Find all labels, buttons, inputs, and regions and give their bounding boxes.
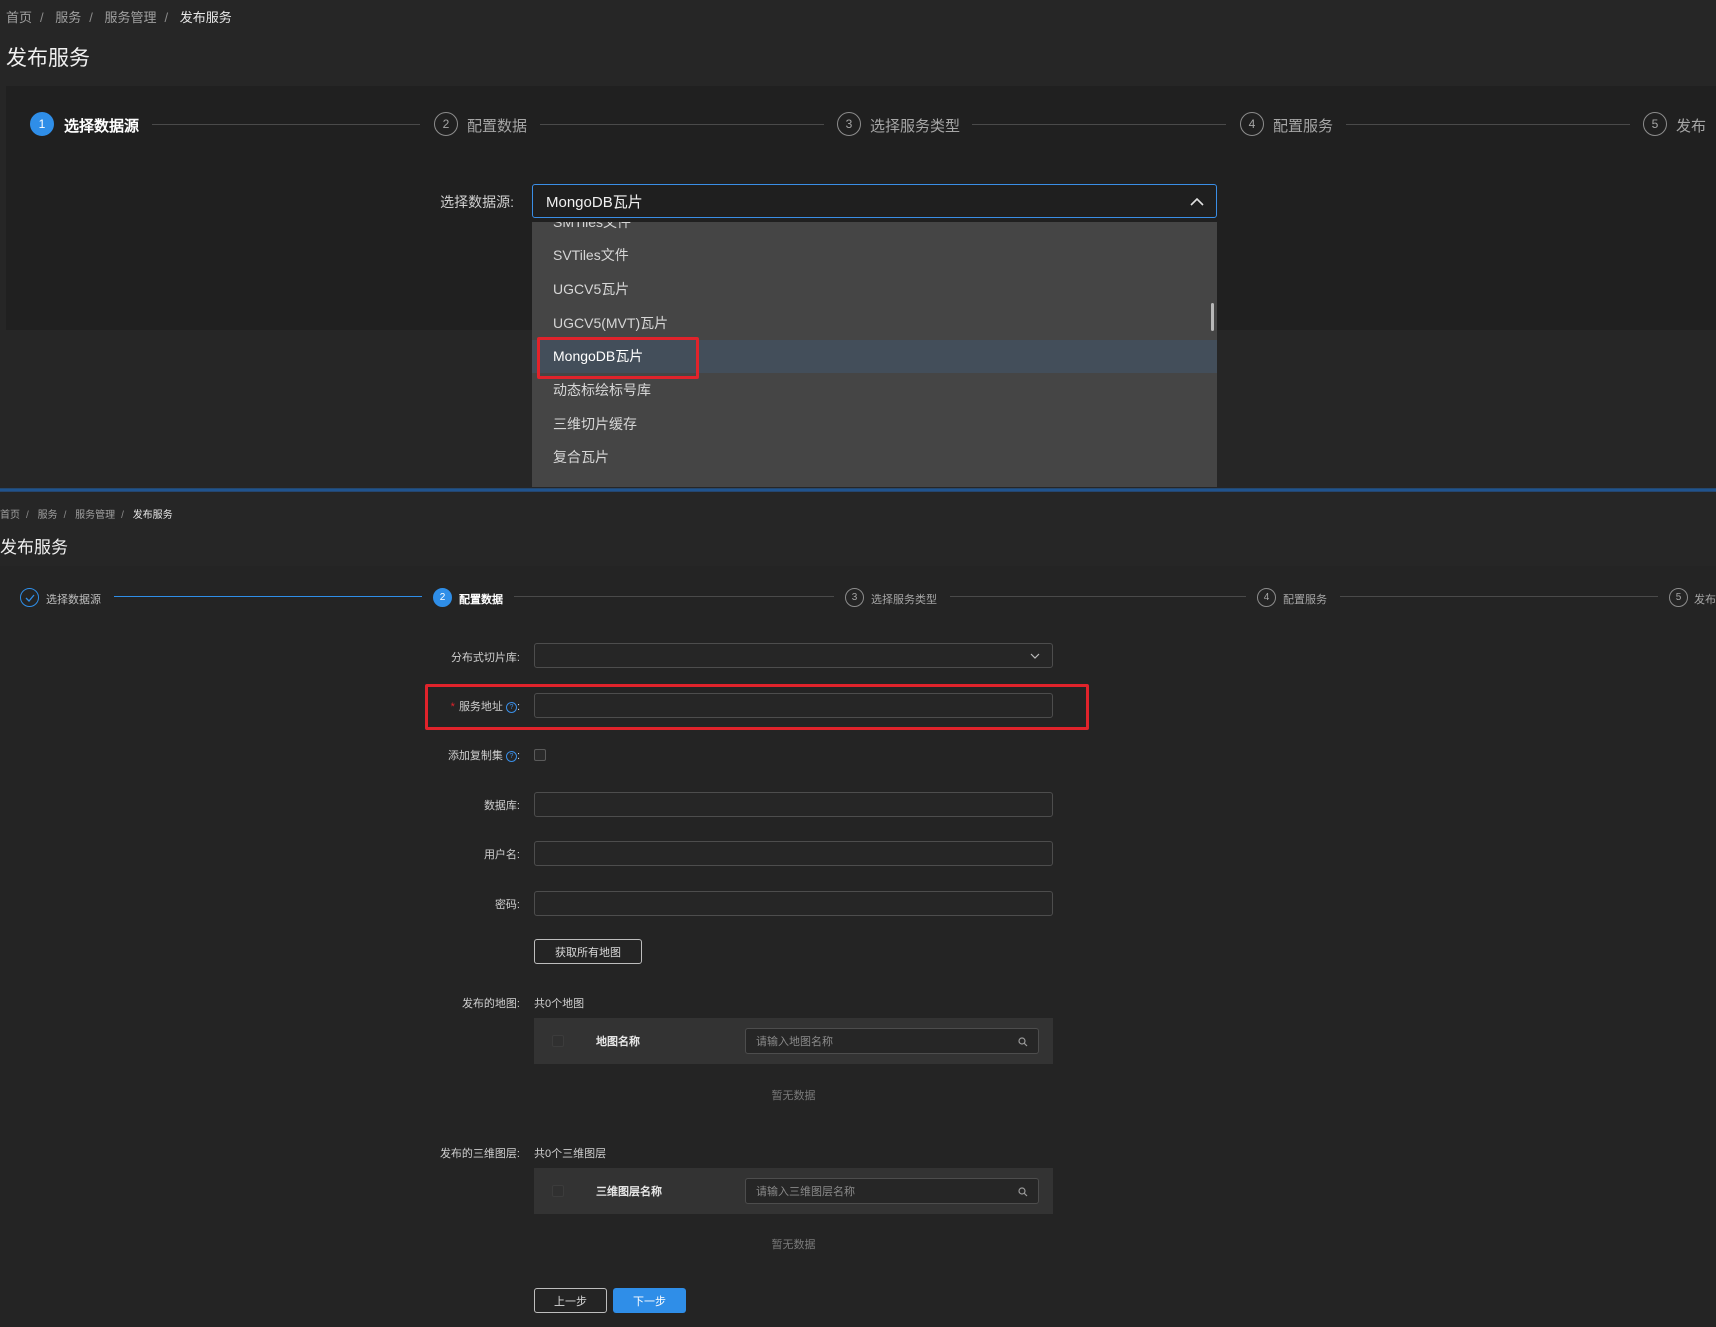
breadcrumb-current: 发布服务 bbox=[179, 10, 232, 25]
source-select-value: MongoDB瓦片 bbox=[546, 193, 643, 211]
search-icon[interactable] bbox=[1018, 1037, 1028, 1047]
breadcrumb-service[interactable]: 服务 bbox=[38, 510, 58, 521]
step-3-circle: 3 bbox=[837, 112, 861, 136]
maps-label: 发布的地图: bbox=[461, 998, 520, 1010]
layers-empty-text: 暂无数据 bbox=[771, 1239, 816, 1251]
tile-lib-select[interactable] bbox=[534, 643, 1053, 668]
step-4-circle: 4 bbox=[1240, 112, 1264, 136]
breadcrumb-home[interactable]: 首页 bbox=[6, 10, 32, 25]
maps-empty-text: 暂无数据 bbox=[771, 1090, 816, 1102]
check-icon bbox=[25, 594, 34, 602]
breadcrumb: 首页 / 服务 / 服务管理 / 发布服务 bbox=[0, 510, 173, 521]
help-icon[interactable]: ? bbox=[505, 751, 517, 762]
step-4-label: 配置服务 bbox=[1283, 594, 1327, 606]
dropdown-item[interactable]: ... bbox=[532, 475, 1217, 487]
step-connector bbox=[950, 596, 1246, 597]
maps-count: 共0个地图 bbox=[534, 998, 585, 1010]
step-connector bbox=[1346, 124, 1630, 125]
step-connector bbox=[152, 124, 420, 125]
map-name-column: 地图名称 bbox=[596, 1036, 640, 1048]
step-5-label: 发布 bbox=[1676, 118, 1707, 135]
step-1-done-circle bbox=[20, 588, 39, 607]
source-select[interactable]: MongoDB瓦片 bbox=[532, 184, 1217, 218]
step-5-circle: 5 bbox=[1669, 588, 1688, 607]
layer-name-column: 三维图层名称 bbox=[596, 1186, 662, 1198]
replica-checkbox[interactable] bbox=[534, 749, 546, 761]
dropdown-item[interactable]: UGCV5(MVT)瓦片 bbox=[532, 307, 1217, 340]
database-input[interactable] bbox=[534, 792, 1053, 817]
dropdown-item[interactable]: 复合瓦片 bbox=[532, 441, 1217, 474]
next-button[interactable]: 下一步 bbox=[613, 1288, 686, 1313]
fetch-maps-button[interactable]: 获取所有地图 bbox=[534, 939, 642, 964]
username-label: 用户名: bbox=[483, 849, 520, 861]
breadcrumb-home[interactable]: 首页 bbox=[0, 510, 20, 521]
step-connector bbox=[114, 596, 422, 597]
page-title: 发布服务 bbox=[0, 538, 68, 557]
highlight-box bbox=[537, 337, 699, 379]
step-1-label: 选择数据源 bbox=[46, 594, 101, 606]
password-label: 密码: bbox=[494, 899, 520, 911]
step-connector bbox=[1340, 596, 1658, 597]
step-4-circle: 4 bbox=[1257, 588, 1276, 607]
step-3-circle: 3 bbox=[845, 588, 864, 607]
step-connector bbox=[514, 596, 834, 597]
maps-select-all-checkbox[interactable] bbox=[552, 1035, 564, 1047]
step-connector bbox=[540, 124, 824, 125]
highlight-box bbox=[425, 684, 1089, 730]
prev-button[interactable]: 上一步 bbox=[534, 1288, 607, 1313]
step-2-label: 配置数据 bbox=[467, 118, 528, 135]
step-5-label: 发布 bbox=[1694, 594, 1716, 606]
breadcrumb-service-manage[interactable]: 服务管理 bbox=[75, 510, 115, 521]
search-icon[interactable] bbox=[1018, 1187, 1028, 1197]
step-5-circle: 5 bbox=[1643, 112, 1667, 136]
source-label: 选择数据源: bbox=[440, 194, 514, 210]
dropdown-item[interactable]: 三维切片缓存 bbox=[532, 408, 1217, 441]
chevron-down-icon bbox=[1030, 653, 1040, 659]
map-search-placeholder: 请输入地图名称 bbox=[756, 1036, 833, 1048]
step-1-circle: 1 bbox=[30, 112, 54, 136]
screen-divider bbox=[0, 488, 1716, 492]
password-input[interactable] bbox=[534, 891, 1053, 916]
step-3-label: 选择服务类型 bbox=[870, 118, 961, 135]
dropdown-item[interactable]: SVTiles文件 bbox=[532, 239, 1217, 272]
layer-search-input[interactable]: 请输入三维图层名称 bbox=[745, 1178, 1039, 1204]
chevron-up-icon bbox=[1190, 197, 1204, 206]
breadcrumb-current: 发布服务 bbox=[132, 510, 173, 521]
layer-search-placeholder: 请输入三维图层名称 bbox=[756, 1186, 855, 1198]
breadcrumb: 首页 / 服务 / 服务管理 / 发布服务 bbox=[6, 10, 232, 25]
step-4-label: 配置服务 bbox=[1273, 118, 1334, 135]
page-title: 发布服务 bbox=[6, 47, 90, 70]
breadcrumb-service[interactable]: 服务 bbox=[55, 10, 81, 25]
step-3-label: 选择服务类型 bbox=[871, 594, 937, 606]
map-search-input[interactable]: 请输入地图名称 bbox=[745, 1028, 1039, 1054]
database-label: 数据库: bbox=[483, 800, 520, 812]
step-connector bbox=[972, 124, 1226, 125]
dropdown-item[interactable]: UGCV5瓦片 bbox=[532, 273, 1217, 306]
dropdown-item[interactable]: SMTiles文件 bbox=[532, 222, 1217, 239]
step-2-circle: 2 bbox=[434, 112, 458, 136]
breadcrumb-service-manage[interactable]: 服务管理 bbox=[105, 10, 157, 25]
dropdown-scrollbar[interactable] bbox=[1211, 303, 1214, 331]
layers-label: 发布的三维图层: bbox=[439, 1148, 520, 1160]
username-input[interactable] bbox=[534, 841, 1053, 866]
replica-text: 添加复制集 bbox=[447, 750, 503, 762]
layers-count: 共0个三维图层 bbox=[534, 1148, 607, 1160]
replica-label: 添加复制集?: bbox=[447, 750, 520, 762]
step-1-label: 选择数据源 bbox=[64, 118, 140, 135]
layers-select-all-checkbox[interactable] bbox=[552, 1185, 564, 1197]
tile-lib-label: 分布式切片库: bbox=[450, 652, 520, 664]
step-2-circle: 2 bbox=[433, 588, 452, 607]
step-2-label: 配置数据 bbox=[459, 594, 503, 606]
